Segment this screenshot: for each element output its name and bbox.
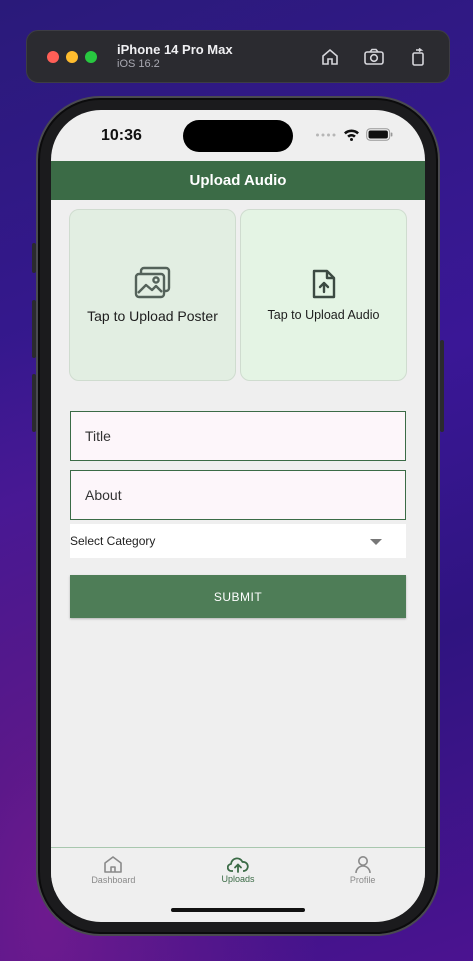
battery-icon xyxy=(366,128,393,141)
category-placeholder: Select Category xyxy=(70,534,156,548)
rotate-button[interactable] xyxy=(405,44,431,70)
status-bar: 10:36 xyxy=(51,110,425,161)
submit-button[interactable]: SUBMIT xyxy=(70,575,406,618)
power-button xyxy=(440,340,444,432)
title-placeholder: Title xyxy=(85,428,111,444)
chevron-down-icon xyxy=(370,539,382,545)
wifi-icon xyxy=(344,129,359,141)
home-icon xyxy=(104,855,123,873)
dynamic-island xyxy=(183,120,293,152)
page-title: Upload Audio xyxy=(189,172,287,189)
simulator-actions xyxy=(317,44,431,70)
mute-switch xyxy=(32,243,36,273)
file-upload-icon xyxy=(312,269,335,299)
home-icon xyxy=(322,48,338,65)
upload-poster-label: Tap to Upload Poster xyxy=(87,308,218,324)
upload-audio-button[interactable]: Tap to Upload Audio xyxy=(240,209,407,381)
upload-poster-button[interactable]: Tap to Upload Poster xyxy=(69,209,236,381)
window-controls xyxy=(47,50,97,63)
minimize-window-button[interactable] xyxy=(66,50,78,63)
tab-profile[interactable]: Profile xyxy=(300,848,425,891)
submit-label: SUBMIT xyxy=(213,589,263,604)
about-input[interactable]: About xyxy=(70,470,406,520)
os-version: iOS 16.2 xyxy=(117,57,160,70)
status-time: 10:36 xyxy=(101,127,142,144)
zoom-window-button[interactable] xyxy=(85,50,97,63)
tab-dashboard-label: Dashboard xyxy=(91,874,136,885)
home-button[interactable] xyxy=(317,44,343,70)
status-icons xyxy=(315,128,393,141)
upload-audio-label: Tap to Upload Audio xyxy=(267,308,380,322)
bottom-tab-bar: Dashboard Uploads Profile xyxy=(51,847,425,891)
page-header: Upload Audio xyxy=(51,161,425,200)
rotate-icon xyxy=(412,47,424,66)
simulator-title-block: iPhone 14 Pro Max iOS 16.2 xyxy=(117,41,233,71)
tab-uploads-label: Uploads xyxy=(221,873,255,884)
category-select[interactable]: Select Category xyxy=(70,524,406,558)
app-screen: 10:36 Upload Audio Tap to Upload Poster … xyxy=(51,110,425,922)
title-input[interactable]: Title xyxy=(70,411,406,461)
screenshot-button[interactable] xyxy=(361,44,387,70)
image-icon xyxy=(134,266,170,299)
person-icon xyxy=(354,855,371,873)
about-placeholder: About xyxy=(85,487,122,503)
tab-dashboard[interactable]: Dashboard xyxy=(51,848,176,891)
device-name: iPhone 14 Pro Max xyxy=(117,41,233,57)
tab-profile-label: Profile xyxy=(349,874,376,885)
volume-down-button xyxy=(32,374,36,432)
tab-uploads[interactable]: Uploads xyxy=(176,848,301,891)
cloud-upload-icon xyxy=(227,857,249,873)
screenshot-icon xyxy=(364,48,384,65)
home-indicator xyxy=(171,908,305,912)
volume-up-button xyxy=(32,300,36,358)
signal-icon xyxy=(316,133,336,136)
simulator-toolbar: iPhone 14 Pro Max iOS 16.2 xyxy=(26,30,450,83)
close-window-button[interactable] xyxy=(47,50,59,63)
